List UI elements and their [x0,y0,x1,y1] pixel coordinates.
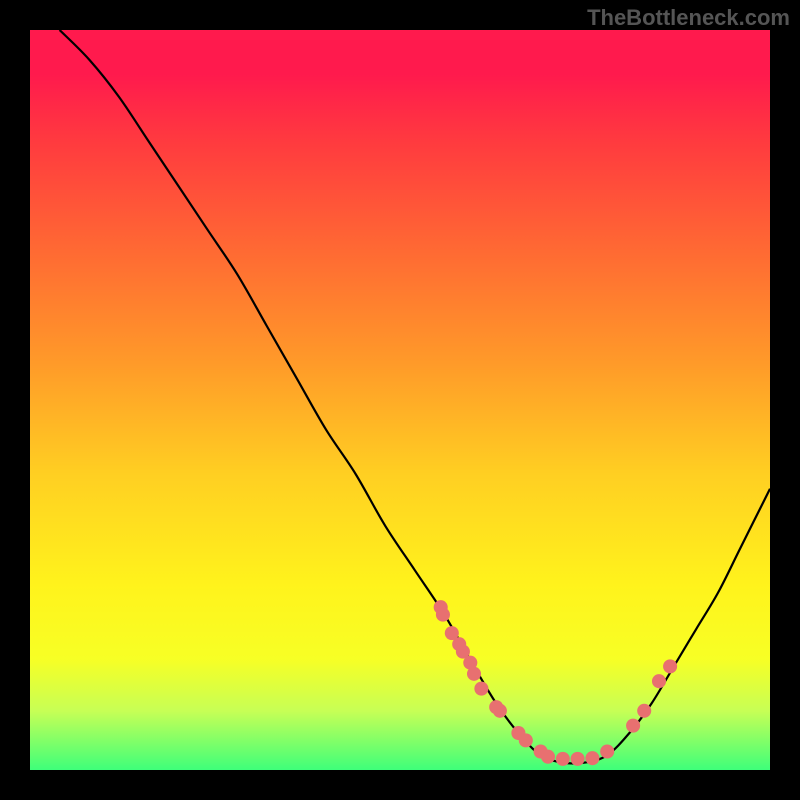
data-marker [556,752,570,766]
data-marker [585,751,599,765]
data-marker [436,608,450,622]
plot-area [30,30,770,770]
data-marker [474,682,488,696]
data-marker [637,704,651,718]
chart-svg [30,30,770,770]
data-marker [571,752,585,766]
data-marker [652,674,666,688]
data-marker [626,719,640,733]
data-markers [434,600,677,766]
data-marker [519,733,533,747]
data-marker [600,744,614,758]
data-marker [663,659,677,673]
data-marker [493,704,507,718]
bottleneck-curve [60,30,770,764]
data-marker [467,667,481,681]
data-marker [541,750,555,764]
watermark-text: TheBottleneck.com [587,5,790,31]
